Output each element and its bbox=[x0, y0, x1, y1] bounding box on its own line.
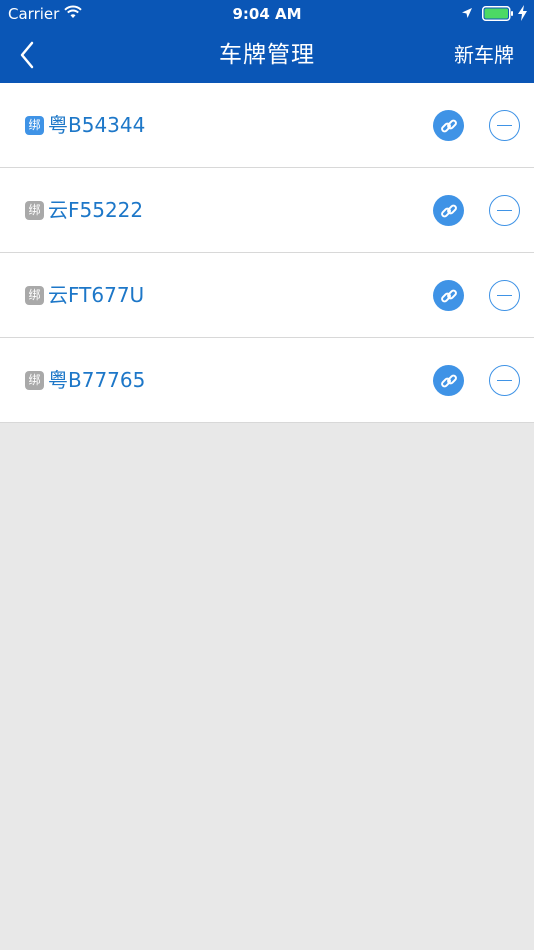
status-bar: Carrier 9:04 AM bbox=[0, 0, 534, 28]
bind-link-button[interactable] bbox=[433, 280, 464, 311]
plate-number: 粤B77765 bbox=[48, 368, 146, 392]
plate-number: 云F55222 bbox=[48, 198, 144, 222]
plate-number: 云FT677U bbox=[48, 283, 145, 307]
remove-plate-button[interactable] bbox=[489, 280, 520, 311]
bind-link-button[interactable] bbox=[433, 365, 464, 396]
bind-status-badge: 绑 bbox=[25, 116, 44, 135]
list-item[interactable]: 绑 粤B54344 bbox=[0, 83, 534, 168]
link-icon bbox=[440, 204, 457, 217]
link-icon bbox=[440, 374, 457, 387]
charging-bolt-icon bbox=[518, 5, 527, 21]
plate-list: 绑 粤B54344 绑 云F55222 绑 云FT677U 绑 粤B77765 bbox=[0, 83, 534, 423]
minus-icon bbox=[497, 379, 512, 382]
status-time: 9:04 AM bbox=[232, 5, 302, 23]
bind-status-badge: 绑 bbox=[25, 371, 44, 390]
minus-icon bbox=[497, 209, 512, 212]
remove-plate-button[interactable] bbox=[489, 195, 520, 226]
list-item[interactable]: 绑 云FT677U bbox=[0, 253, 534, 338]
list-item[interactable]: 绑 粤B77765 bbox=[0, 338, 534, 423]
bind-status-badge: 绑 bbox=[25, 286, 44, 305]
bind-link-button[interactable] bbox=[433, 110, 464, 141]
list-item[interactable]: 绑 云F55222 bbox=[0, 168, 534, 253]
location-arrow-icon bbox=[462, 8, 472, 18]
link-icon bbox=[440, 119, 457, 132]
bind-status-badge: 绑 bbox=[25, 201, 44, 220]
minus-icon bbox=[497, 124, 512, 127]
nav-bar: Carrier 9:04 AM 车牌管理 新车牌 bbox=[0, 0, 534, 83]
remove-plate-button[interactable] bbox=[489, 110, 520, 141]
remove-plate-button[interactable] bbox=[489, 365, 520, 396]
minus-icon bbox=[497, 294, 512, 297]
battery-icon bbox=[482, 6, 513, 21]
plate-number: 粤B54344 bbox=[48, 113, 146, 137]
link-icon bbox=[440, 289, 457, 302]
bind-link-button[interactable] bbox=[433, 195, 464, 226]
new-plate-button[interactable]: 新车牌 bbox=[454, 38, 514, 72]
